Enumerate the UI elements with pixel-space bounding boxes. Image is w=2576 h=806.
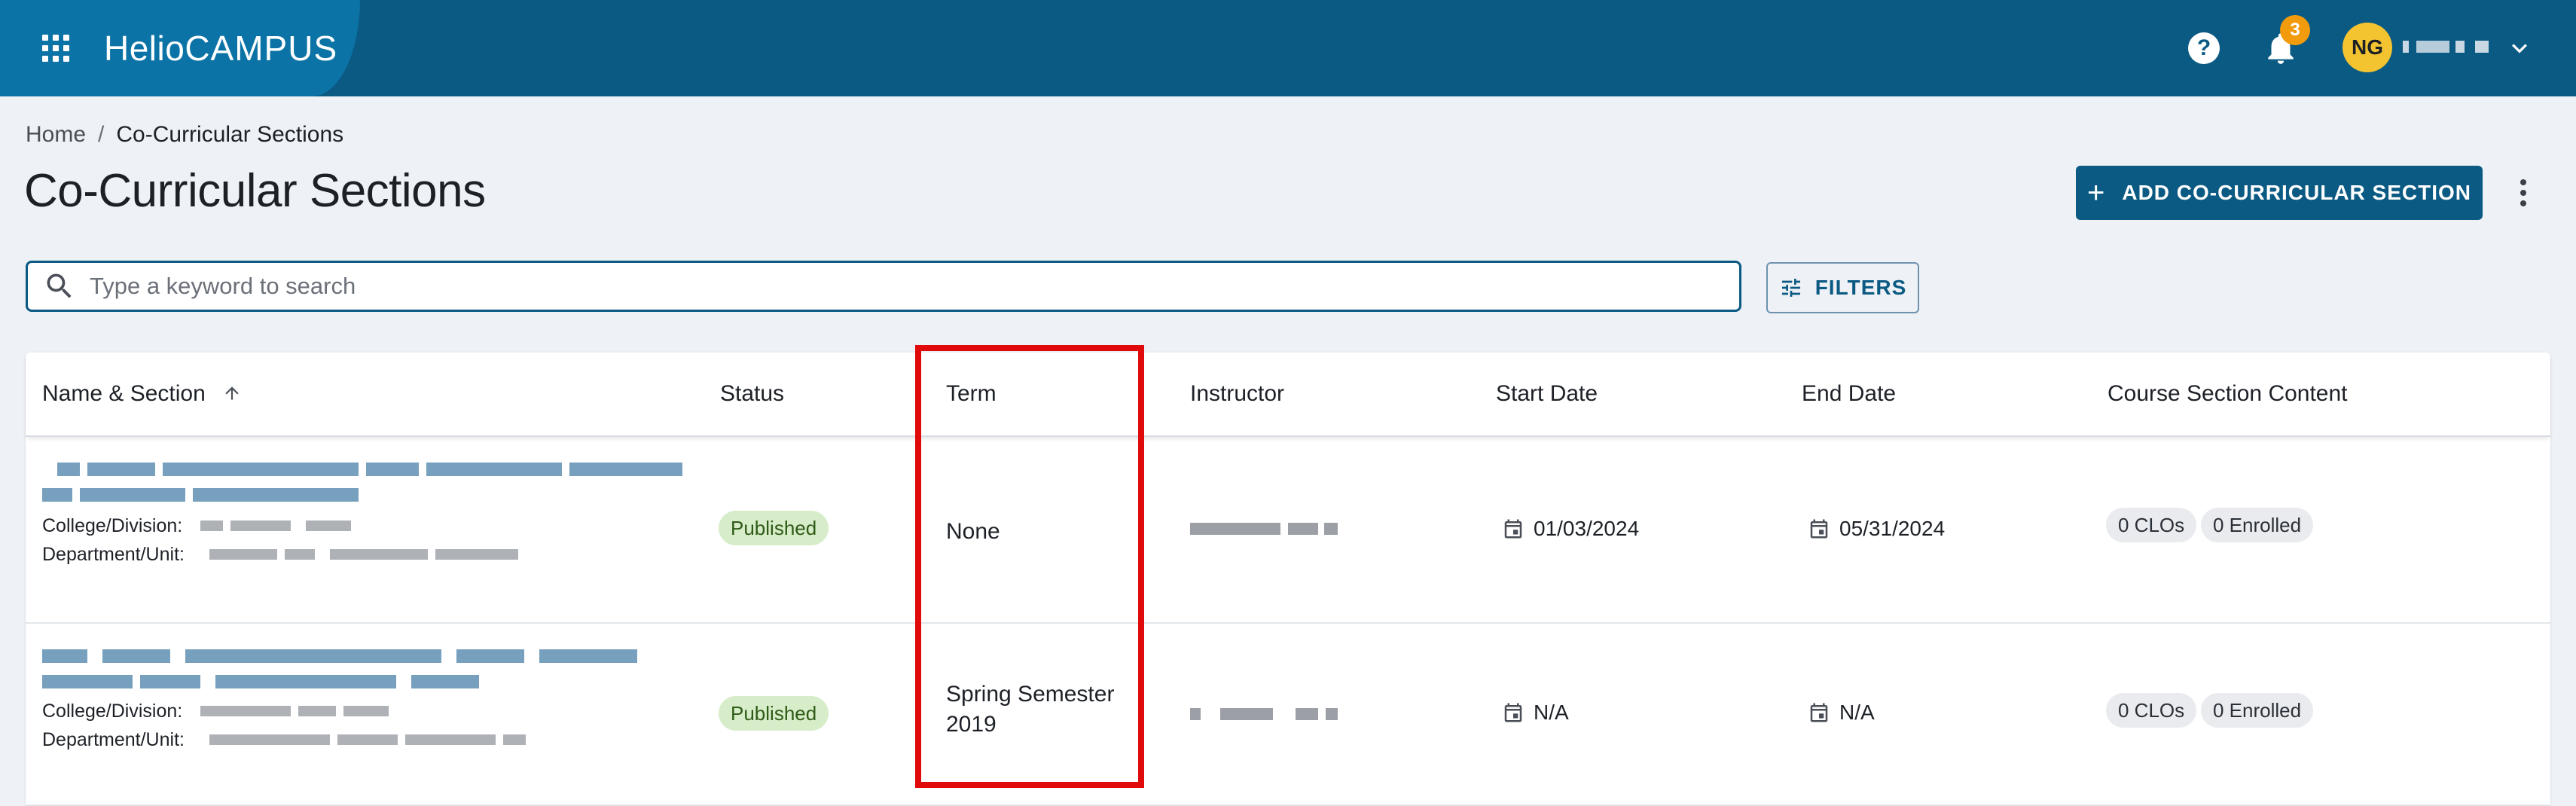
college-division-value-redacted: [200, 518, 366, 533]
start-date: 01/03/2024: [1502, 517, 1639, 541]
app-logo[interactable]: HelioCAMPUS: [104, 29, 337, 68]
end-date: N/A: [1808, 701, 1875, 725]
enrolled-count-chip: 0 Enrolled: [2201, 693, 2314, 728]
filters-button[interactable]: FILTERS: [1766, 262, 1919, 313]
breadcrumb-separator: /: [98, 122, 105, 147]
chevron-down-icon[interactable]: [2504, 33, 2535, 63]
plus-icon: +: [2086, 176, 2106, 209]
column-header-status[interactable]: Status: [720, 381, 784, 407]
college-division-value-redacted: [200, 704, 396, 719]
department-unit-value-redacted: [209, 732, 533, 747]
sections-table: Name & Section Status Term Instructor St…: [26, 353, 2550, 804]
more-options-icon[interactable]: [2508, 175, 2538, 211]
instructor-name-redacted: [1190, 521, 1341, 536]
help-icon[interactable]: ?: [2188, 32, 2220, 64]
section-name-link-redacted[interactable]: [42, 646, 637, 666]
top-navigation-bar: HelioCAMPUS ? 3 NG: [0, 0, 2576, 96]
status-badge: Published: [719, 511, 829, 545]
term-value-line1: Spring Semester: [946, 682, 1115, 707]
enrolled-count-chip: 0 Enrolled: [2201, 508, 2314, 542]
section-name-link-redacted-line2[interactable]: [42, 485, 359, 505]
start-date-value: 01/03/2024: [1534, 517, 1640, 540]
search-field[interactable]: [26, 261, 1741, 312]
breadcrumb: Home / Co-Curricular Sections: [26, 122, 343, 148]
page-title: Co-Curricular Sections: [24, 165, 486, 217]
section-name-link-redacted[interactable]: [57, 459, 682, 479]
breadcrumb-current: Co-Curricular Sections: [116, 122, 344, 147]
start-date: N/A: [1502, 701, 1569, 725]
logo-text-helio: Helio: [104, 29, 185, 68]
term-value-line2: 2019: [946, 712, 997, 737]
status-badge: Published: [719, 696, 829, 731]
calendar-icon: [1810, 519, 1828, 539]
calendar-icon: [1504, 519, 1522, 539]
tune-icon: [1781, 279, 1800, 297]
calendar-icon: [1504, 703, 1522, 722]
column-header-label: Name & Section: [42, 381, 206, 406]
end-date-value: 05/31/2024: [1839, 517, 1946, 540]
college-division-label: College/Division:: [42, 515, 183, 536]
logo-text-campus: CAMPUS: [185, 29, 338, 68]
column-header-course-section-content: Course Section Content: [2107, 381, 2348, 406]
column-header-name-section[interactable]: Name & Section: [42, 381, 242, 407]
term-value: None: [946, 519, 1000, 544]
notification-count-badge: 3: [2280, 15, 2310, 45]
college-division-label: College/Division:: [42, 701, 183, 722]
table-row[interactable]: College/Division: Department/Unit: Publi…: [26, 438, 2550, 624]
start-date-value: N/A: [1534, 701, 1569, 724]
search-input[interactable]: [90, 273, 1671, 300]
add-button-label: ADD CO-CURRICULAR SECTION: [2122, 181, 2471, 204]
sort-ascending-icon[interactable]: [222, 383, 242, 403]
term-value: Spring Semester 2019: [946, 679, 1114, 740]
search-icon: [47, 273, 72, 298]
apps-grid-icon[interactable]: [42, 35, 69, 62]
end-date: 05/31/2024: [1808, 517, 1945, 541]
table-row[interactable]: College/Division: Department/Unit: Publi…: [26, 625, 2550, 806]
column-header-term[interactable]: Term: [946, 381, 997, 407]
brand-area: HelioCAMPUS: [0, 0, 360, 96]
table-header: Name & Section Status Term Instructor St…: [26, 353, 2550, 437]
column-header-end-date[interactable]: End Date: [1802, 381, 1896, 407]
filters-label: FILTERS: [1814, 276, 1907, 299]
instructor-name-redacted: [1190, 707, 1341, 722]
clos-count-chip: 0 CLOs: [2106, 508, 2197, 542]
department-unit-label: Department/Unit:: [42, 729, 185, 750]
department-unit-value-redacted: [209, 547, 526, 562]
user-avatar[interactable]: NG: [2343, 23, 2392, 72]
user-name-redacted[interactable]: [2403, 35, 2493, 59]
end-date-value: N/A: [1839, 701, 1875, 724]
breadcrumb-home-link[interactable]: Home: [26, 122, 86, 147]
clos-count-chip: 0 CLOs: [2106, 693, 2197, 728]
department-unit-label: Department/Unit:: [42, 544, 185, 565]
column-header-start-date[interactable]: Start Date: [1496, 381, 1598, 407]
column-header-instructor[interactable]: Instructor: [1190, 381, 1284, 407]
calendar-icon: [1810, 703, 1828, 722]
add-co-curricular-section-button[interactable]: + ADD CO-CURRICULAR SECTION: [2076, 166, 2483, 220]
section-name-link-redacted-line2[interactable]: [42, 672, 479, 692]
